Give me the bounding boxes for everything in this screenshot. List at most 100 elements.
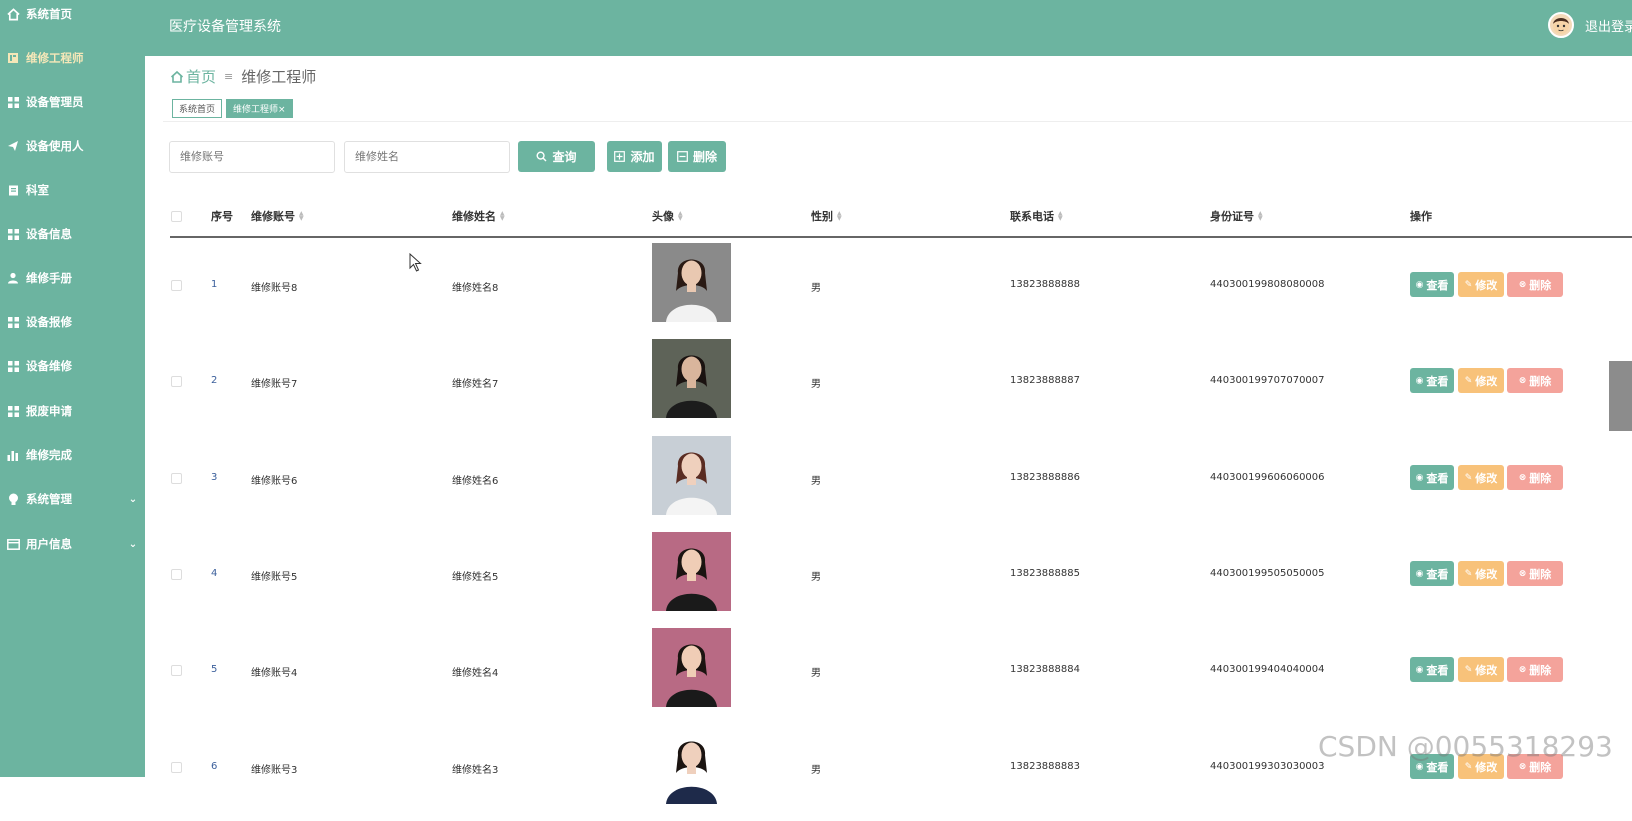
sidebar-item-repair-request[interactable]: 设备报修 [0,300,145,344]
row-phone: 13823888887 [1010,375,1080,386]
tab-home[interactable]: 系统首页 [172,99,223,118]
row-avatar-photo [652,628,731,707]
sidebar-item-department[interactable]: 科室 [0,168,145,212]
row-name: 维修姓名4 [452,668,499,679]
bulb-icon [0,493,26,506]
row-phone: 13823888888 [1010,279,1080,290]
row-checkbox[interactable] [171,280,182,291]
column-header-avatar[interactable]: 头像 ▲ ▼ [652,208,683,224]
column-header-phone[interactable]: 联系电话 ▲ ▼ [1010,208,1063,224]
breadcrumb-current: 维修工程师 [241,68,317,86]
row-name: 维修姓名3 [452,765,499,776]
row-account: 维修账号4 [251,668,298,679]
row-gender: 男 [811,476,821,487]
sort-icon: ▲ ▼ [1058,210,1063,222]
delete-button[interactable]: ⊗ 删除 [1507,657,1563,682]
add-button[interactable]: 添加 [607,141,662,172]
sidebar-item-device-repair[interactable]: 设备维修 [0,344,145,388]
edit-icon: ✎ [1464,279,1473,290]
top-header: 医疗设备管理系统 退出登录 [145,0,1632,56]
row-idcard: 440300199707070007 [1210,375,1325,386]
row-avatar-photo [652,339,731,418]
sidebar-item-manual[interactable]: 维修手册 [0,256,145,300]
row-gender: 男 [811,765,821,776]
delete-button-label: 删除 [1529,471,1552,485]
sidebar-item-label: 报废申请 [26,404,72,418]
row-avatar-photo [652,243,731,322]
view-button[interactable]: ◉ 查看 [1410,465,1454,490]
table-row: 5 维修账号4 维修姓名4 男 13823888884 440300199404… [170,628,1632,724]
close-circle-icon: ⊗ [1518,761,1527,772]
close-circle-icon: ⊗ [1518,472,1527,483]
batch-delete-button[interactable]: 删除 [668,141,726,172]
sidebar-item-system[interactable]: 系统管理 ⌄ [0,477,145,521]
row-phone: 13823888886 [1010,472,1080,483]
sidebar-item-repair-done[interactable]: 维修完成 [0,433,145,477]
logout-link[interactable]: 退出登录 [1585,16,1632,35]
edit-button[interactable]: ✎ 修改 [1458,465,1504,490]
table-row: 2 维修账号7 维修姓名7 男 13823888887 440300199707… [170,339,1632,435]
view-button[interactable]: ◉ 查看 [1410,368,1454,393]
sidebar-item-label: 维修完成 [26,448,72,462]
view-button[interactable]: ◉ 查看 [1410,272,1454,297]
row-checkbox[interactable] [171,665,182,676]
view-button-label: 查看 [1426,471,1449,485]
add-button-label: 添加 [630,150,655,164]
scrollbar[interactable] [1609,361,1632,431]
column-header-account[interactable]: 维修账号 ▲ ▼ [251,208,304,224]
row-checkbox[interactable] [171,376,182,387]
tab-engineer[interactable]: 维修工程师× [226,99,293,118]
delete-button[interactable]: ⊗ 删除 [1507,465,1563,490]
edit-button[interactable]: ✎ 修改 [1458,657,1504,682]
query-button[interactable]: 查询 [518,141,595,172]
breadcrumb-home[interactable]: 首页 [170,66,216,87]
sidebar-item-label: 设备使用人 [26,139,84,153]
edit-button[interactable]: ✎ 修改 [1458,272,1504,297]
select-all-checkbox[interactable] [171,211,182,222]
edit-button[interactable]: ✎ 修改 [1458,368,1504,393]
column-header-idcard[interactable]: 身份证号 ▲ ▼ [1210,208,1263,224]
account-search-input[interactable] [169,141,335,173]
row-idcard: 440300199606060006 [1210,472,1325,483]
sort-icon: ▲ ▼ [299,210,304,222]
avatar[interactable] [1548,12,1574,38]
delete-button[interactable]: ⊗ 删除 [1507,368,1563,393]
sidebar-item-device-user[interactable]: 设备使用人 [0,124,145,168]
chevron-down-icon: ⌄ [128,493,138,505]
edit-icon: ✎ [1464,472,1473,483]
delete-button[interactable]: ⊗ 删除 [1507,272,1563,297]
sort-icon: ▲ ▼ [1258,210,1263,222]
column-header-name[interactable]: 维修姓名 ▲ ▼ [452,208,505,224]
sidebar-item-user-info[interactable]: 用户信息 ⌄ [0,522,145,566]
sidebar-item-scrap[interactable]: 报废申请 [0,389,145,433]
edit-button[interactable]: ✎ 修改 [1458,561,1504,586]
sort-icon: ▲ ▼ [678,210,683,222]
sidebar-item-home[interactable]: 系统首页 [0,0,145,36]
row-checkbox[interactable] [171,473,182,484]
sidebar-item-label: 用户信息 [26,537,72,551]
name-search-input[interactable] [344,141,510,173]
row-checkbox[interactable] [171,569,182,580]
row-phone: 13823888883 [1010,761,1080,772]
close-circle-icon: ⊗ [1518,664,1527,675]
view-button[interactable]: ◉ 查看 [1410,657,1454,682]
edit-icon: ✎ [1464,664,1473,675]
view-button[interactable]: ◉ 查看 [1410,561,1454,586]
row-index: 2 [211,375,218,386]
delete-button[interactable]: ⊗ 删除 [1507,561,1563,586]
sidebar-item-device-admin[interactable]: 设备管理员 [0,80,145,124]
close-circle-icon: ⊗ [1518,279,1527,290]
column-header-gender[interactable]: 性别 ▲ ▼ [811,208,842,224]
row-index: 3 [211,472,218,483]
home-icon [170,70,184,84]
sidebar-item-label: 科室 [26,183,49,197]
eye-icon: ◉ [1415,472,1424,483]
delete-button-label: 删除 [1529,374,1552,388]
grid-icon [0,405,26,417]
sidebar-item-device-info[interactable]: 设备信息 [0,212,145,256]
row-gender: 男 [811,668,821,679]
close-circle-icon: ⊗ [1518,568,1527,579]
table-row: 3 维修账号6 维修姓名6 男 13823888886 440300199606… [170,436,1632,532]
sidebar-item-engineer[interactable]: 维修工程师 [0,36,145,80]
row-checkbox[interactable] [171,762,182,773]
